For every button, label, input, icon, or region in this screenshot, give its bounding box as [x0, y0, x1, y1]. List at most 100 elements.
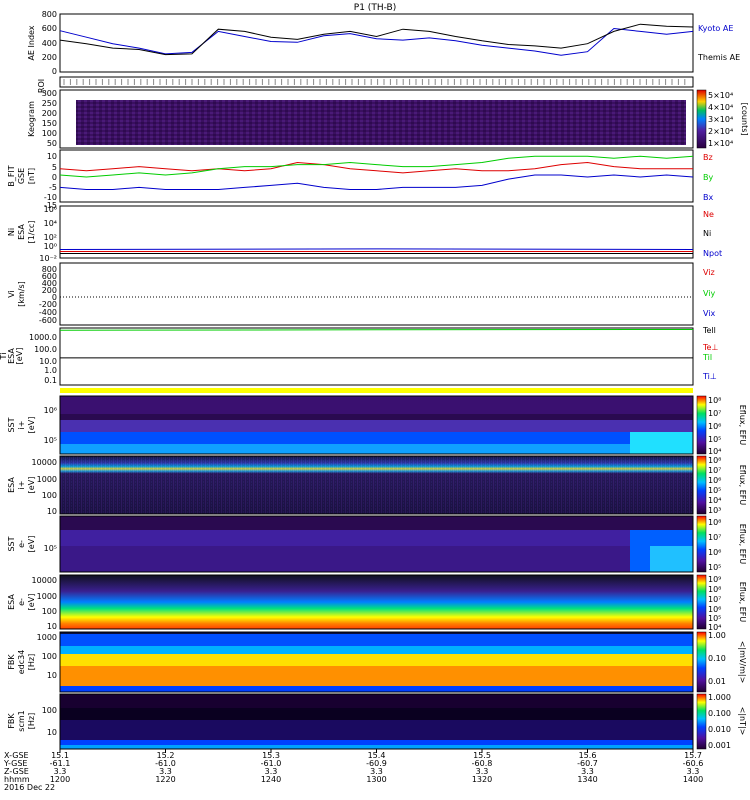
sst-e-ylabel-line: SST — [7, 536, 16, 551]
ni-ylabel-line: [1/cc] — [27, 221, 36, 244]
esa-e-spectrum — [60, 575, 693, 629]
ni-ylabel: Ni ESA [1/cc] — [7, 221, 36, 244]
esa-e-cb-tick: 10⁵ — [708, 614, 721, 623]
ni-ytick: 10⁰ — [44, 242, 57, 251]
esa-ion-panel: ESA i+ [eV] 10000 1000 100 10 10⁸ 10⁷ 10… — [7, 455, 747, 516]
sst-e-ylabel: SST e- [eV] — [7, 536, 36, 553]
fbk-edc-cb-tick: 0.10 — [708, 654, 726, 663]
sst-ion-cb-tick: 10⁶ — [708, 422, 721, 431]
esa-ion-cb-tick: 10⁴ — [708, 496, 721, 505]
sst-ion-band-bottom — [60, 444, 693, 454]
esa-e-cb-tick: 10⁶ — [708, 605, 721, 614]
esa-ion-ylabel: ESA i+ [eV] — [7, 477, 36, 494]
esa-ion-cb-tick: 10³ — [708, 506, 721, 515]
ae-panel: AE Index 800 600 400 200 0 Kyoto AE Them… — [27, 10, 740, 76]
bfit-ylabel: B_FIT GSE [nT] — [7, 165, 36, 186]
sst-e-ylabel-line: e- — [17, 540, 26, 548]
sst-ion-ytick: 10⁵ — [44, 436, 57, 445]
sst-ion-panel: SST i+ [eV] 10⁶ 10⁵ 10⁸ 10⁷ 10⁶ 10⁵ 10⁴ … — [7, 395, 747, 456]
fbk-scm-cb-tick: 0.001 — [708, 741, 731, 750]
sst-e-ytick: 10⁵ — [44, 544, 57, 553]
fbk-scm-band-2 — [60, 720, 693, 740]
legend-tell: Tell — [702, 326, 716, 335]
sst-e-cb-tick: 10⁵ — [708, 563, 721, 572]
ae-ylabel: AE Index — [27, 25, 36, 60]
sst-e-cb-tick: 10⁷ — [708, 533, 721, 542]
keogram-ytick: 100 — [42, 129, 57, 138]
keogram-cb-tick: 1×10⁴ — [708, 139, 733, 148]
legend-ne: Ne — [703, 210, 714, 219]
esa-ion-ylabel-line: [eV] — [27, 477, 36, 494]
keogram-cb-tick: 4×10⁴ — [708, 103, 733, 112]
keogram-yticks: 300 250 200 150 100 50 — [42, 89, 57, 148]
sst-ion-ylabel-line: SST — [7, 417, 16, 432]
sst-e-cb-tick: 10⁸ — [708, 518, 721, 527]
sst-e-enhance-strong — [650, 546, 693, 572]
bfit-ytick: 0 — [52, 173, 57, 182]
fbk-scm-cb-label: <|nT|> — [738, 707, 747, 736]
sst-ion-band-top — [60, 396, 693, 414]
bfit-ylabel-line: [nT] — [27, 168, 36, 184]
fbk-edc-band-5 — [60, 686, 693, 692]
ni-yticks: 10⁶ 10⁴ 10² 10⁰ 10⁻² — [39, 205, 57, 263]
sst-ion-ylabel: SST i+ [eV] — [7, 417, 36, 434]
keogram-cb-tick: 2×10⁴ — [708, 127, 733, 136]
ti-ytick: 0.1 — [44, 376, 57, 385]
esa-ion-ytick: 10000 — [32, 458, 57, 467]
esa-e-ytick: 10 — [47, 622, 57, 631]
footer-value-t: 1340 — [577, 775, 597, 784]
bfit-ylabel-line: GSE — [17, 168, 26, 184]
esa-ion-ylabel-line: i+ — [17, 481, 26, 490]
fbk-scm-ytick: 10 — [47, 728, 57, 737]
ni-frame — [59, 205, 694, 259]
fbk-edc-cb-tick: 0.01 — [708, 677, 726, 686]
ae-ytick: 400 — [42, 39, 57, 48]
sst-ion-cb-tick: 10⁸ — [708, 396, 721, 405]
sst-ion-ylabel-line: [eV] — [27, 417, 36, 434]
ti-ytick: 100.0 — [34, 345, 57, 354]
esa-e-ylabel-line: ESA — [7, 594, 16, 610]
ti-panel: Ti ESA [eV] 1000.0 100.0 10.0 1.0 0.1 Te… — [0, 326, 718, 386]
ni-series-group — [59, 248, 694, 254]
fbk-scm-ylabel-line: [Hz] — [27, 713, 36, 729]
sst-ion-enhance — [630, 432, 693, 454]
esa-e-ytick: 1000 — [37, 592, 57, 601]
fbk-edc-yticks: 1000 100 10 — [37, 633, 57, 680]
keogram-ytick: 200 — [42, 109, 57, 118]
fbk-edc-ylabel-line: [Hz] — [27, 654, 36, 670]
fbk-edc-band-1 — [60, 634, 693, 646]
vi-panel: Vi [km/s] 800 600 400 200 0 -200 -400 -6… — [7, 262, 716, 326]
bfit-series-group — [59, 155, 694, 190]
legend-vix: Vix — [703, 309, 716, 318]
footer-columns: 15.1-61.13.3120015.2-61.03.3122015.3-61.… — [50, 749, 703, 784]
keogram-cb-tick: 5×10⁴ — [708, 91, 733, 100]
fbk-scm-ytick: 100 — [42, 706, 57, 715]
roi-markers — [63, 79, 686, 85]
fbk-scm-band-1 — [60, 694, 693, 708]
esa-ion-ylabel-line: ESA — [7, 477, 16, 493]
ni-ytick: 10⁻² — [39, 254, 57, 263]
legend-teperp: Te⊥ — [702, 343, 718, 352]
fbk-scm-panel: FBK scm1 [Hz] 100 10 1.000 0.100 0.010 0… — [7, 693, 747, 750]
esa-e-cb-ticks: 10⁹ 10⁸ 10⁷ 10⁶ 10⁵ 10⁴ — [708, 575, 721, 632]
series-line-npot — [59, 248, 694, 250]
fbk-edc-ylabel-line: edc34 — [17, 650, 26, 675]
ae-ytick: 200 — [42, 53, 57, 62]
keogram-ytick: 50 — [47, 139, 57, 148]
ni-ytick: 10⁶ — [44, 205, 57, 214]
roi-frame — [59, 76, 694, 88]
esa-e-colorbar — [696, 574, 707, 630]
keogram-ytick: 250 — [42, 99, 57, 108]
sst-e-ylabel-line: [eV] — [27, 536, 36, 553]
fbk-edc-panel: FBK edc34 [Hz] 1000 100 10 1.00 0.10 0.0… — [7, 631, 747, 693]
legend-viy: Viy — [703, 289, 716, 298]
vi-frame — [59, 262, 694, 326]
fbk-scm-cb-tick: 1.000 — [708, 693, 731, 702]
fbk-edc-cb-label: <|mV/m|> — [738, 641, 747, 684]
ti-ytick: 10.0 — [39, 357, 57, 366]
footer-axis: X-GSE Y-GSE Z-GSE hhmm 2016 Dec 22 15.1-… — [3, 749, 703, 792]
fbk-scm-ylabel-line: FBK — [7, 713, 16, 729]
ae-yticks: 800 600 400 200 0 — [42, 10, 57, 76]
esa-e-ytick: 10000 — [32, 576, 57, 585]
ae-ytick: 800 — [42, 10, 57, 19]
